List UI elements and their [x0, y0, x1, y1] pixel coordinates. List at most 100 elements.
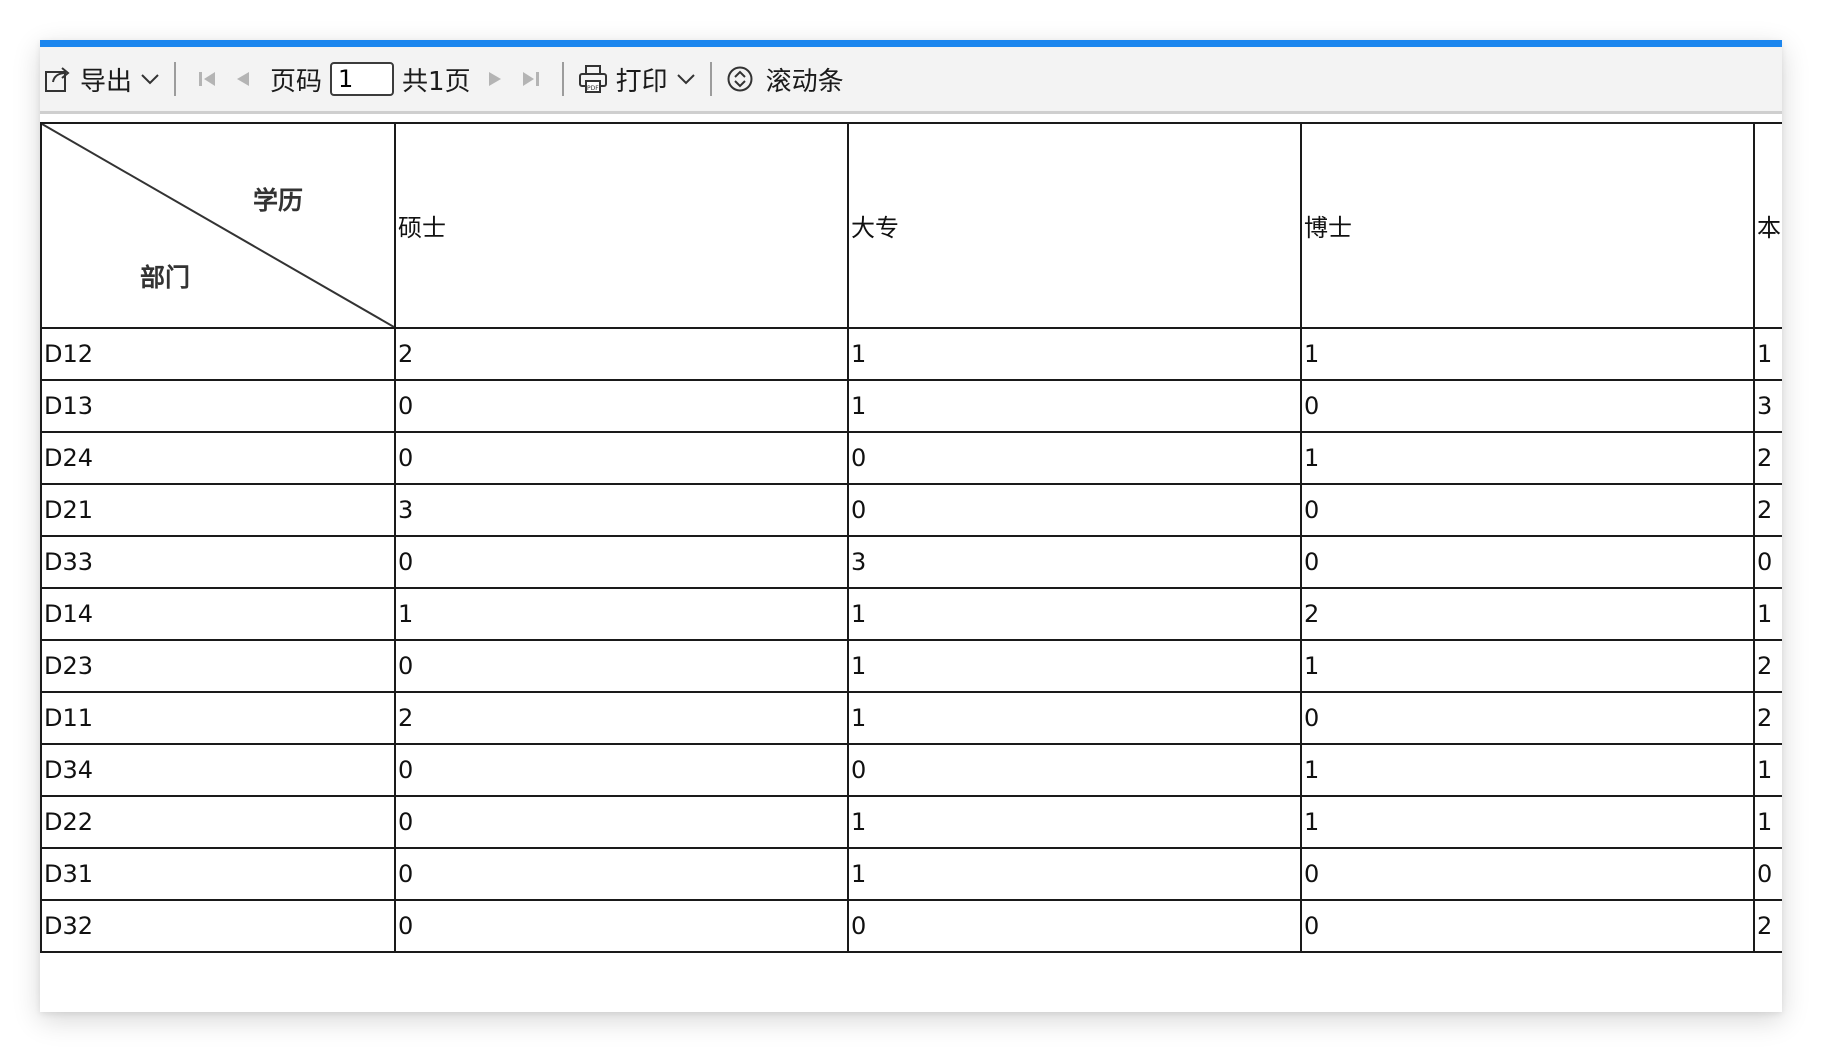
- table-row: D12 2 1 1 1: [40, 327, 1782, 381]
- department-cell: D21: [40, 483, 396, 537]
- value-cell: 0: [394, 639, 849, 693]
- column-header: 本: [1753, 122, 1782, 329]
- first-page-button[interactable]: [197, 69, 219, 89]
- value-cell: 0: [1300, 847, 1755, 901]
- table-row: D22 0 1 1 1: [40, 795, 1782, 849]
- table-row: D34 0 0 1 1: [40, 743, 1782, 797]
- page-label: 页码: [270, 66, 323, 97]
- value-cell: 1: [847, 691, 1302, 745]
- value-cell: 0: [394, 743, 849, 797]
- value-cell: 2: [1300, 587, 1755, 641]
- last-page-icon: [519, 69, 541, 89]
- value-cell: 0: [394, 899, 849, 953]
- value-cell: 1: [1300, 327, 1755, 381]
- value-cell: 2: [394, 327, 849, 381]
- next-page-button[interactable]: [485, 69, 505, 89]
- value-cell: 0: [394, 431, 849, 485]
- value-cell: 0: [1300, 379, 1755, 433]
- diagonal-line: [43, 125, 393, 326]
- corner-department-label: 部门: [140, 263, 191, 292]
- report-window: 导出 页码 共1页: [40, 40, 1782, 1012]
- toolbar-divider: [174, 62, 177, 96]
- table-row: D13 0 1 0 3: [40, 379, 1782, 433]
- column-header: 博士: [1300, 122, 1755, 329]
- chevron-down-icon: [676, 72, 696, 86]
- value-cell: 2: [1753, 899, 1782, 953]
- export-icon: [44, 65, 72, 93]
- value-cell: 1: [847, 639, 1302, 693]
- department-cell: D14: [40, 587, 396, 641]
- value-cell: 3: [847, 535, 1302, 589]
- pdf-print-icon: PDF: [578, 64, 608, 94]
- last-page-button[interactable]: [519, 69, 541, 89]
- value-cell: 0: [847, 483, 1302, 537]
- table-row: D31 0 1 0 0: [40, 847, 1782, 901]
- value-cell: 0: [1753, 847, 1782, 901]
- value-cell: 0: [1300, 899, 1755, 953]
- next-page-icon: [485, 69, 505, 89]
- value-cell: 1: [1753, 743, 1782, 797]
- value-cell: 1: [1300, 431, 1755, 485]
- table-row: D32 0 0 0 2: [40, 899, 1782, 953]
- department-cell: D34: [40, 743, 396, 797]
- value-cell: 0: [847, 899, 1302, 953]
- value-cell: 0: [1300, 535, 1755, 589]
- value-cell: 0: [394, 795, 849, 849]
- report-grid-area[interactable]: 学历 部门 硕士 大专 博士 本 D12 2 1 1 1 D13 0 1 0 3…: [40, 122, 1782, 1012]
- accent-bar: [40, 40, 1782, 47]
- value-cell: 1: [1300, 639, 1755, 693]
- prev-page-icon: [233, 69, 253, 89]
- value-cell: 2: [1753, 691, 1782, 745]
- column-header: 硕士: [394, 122, 849, 329]
- page-number-input[interactable]: [330, 62, 395, 96]
- svg-text:PDF: PDF: [587, 85, 599, 92]
- total-pages-label: 共1页: [402, 66, 471, 97]
- value-cell: 1: [1300, 743, 1755, 797]
- value-cell: 1: [1753, 587, 1782, 641]
- toolbar-divider: [709, 62, 712, 96]
- header-row: 学历 部门 硕士 大专 博士 本: [40, 122, 1782, 329]
- value-cell: 1: [1300, 795, 1755, 849]
- value-cell: 3: [394, 483, 849, 537]
- corner-education-label: 学历: [253, 186, 304, 215]
- value-cell: 1: [847, 379, 1302, 433]
- table-row: D33 0 3 0 0: [40, 535, 1782, 589]
- department-cell: D13: [40, 379, 396, 433]
- value-cell: 0: [847, 743, 1302, 797]
- report-table: 学历 部门 硕士 大专 博士 本 D12 2 1 1 1 D13 0 1 0 3…: [40, 122, 1782, 953]
- value-cell: 0: [847, 431, 1302, 485]
- first-page-icon: [197, 69, 219, 89]
- scrollbar-toggle-button[interactable]: 滚动条: [726, 61, 844, 98]
- value-cell: 0: [394, 535, 849, 589]
- chevron-down-icon: [140, 72, 160, 86]
- table-row: D14 1 1 2 1: [40, 587, 1782, 641]
- toolbar-divider: [561, 62, 564, 96]
- prev-page-button[interactable]: [233, 69, 253, 89]
- print-label: 打印: [615, 66, 668, 97]
- table-row: D21 3 0 0 2: [40, 483, 1782, 537]
- scrollbar-label: 滚动条: [765, 66, 844, 97]
- print-button[interactable]: PDF 打印: [578, 61, 696, 98]
- value-cell: 0: [1300, 691, 1755, 745]
- department-cell: D12: [40, 327, 396, 381]
- table-row: D24 0 0 1 2: [40, 431, 1782, 485]
- export-button[interactable]: 导出: [44, 61, 160, 98]
- value-cell: 1: [847, 795, 1302, 849]
- department-cell: D22: [40, 795, 396, 849]
- value-cell: 1: [847, 587, 1302, 641]
- value-cell: 0: [1753, 535, 1782, 589]
- scrollbar-icon: [726, 65, 754, 93]
- export-label: 导出: [80, 66, 133, 97]
- diagonal-header-cell: 学历 部门: [40, 122, 396, 329]
- value-cell: 0: [394, 847, 849, 901]
- report-toolbar: 导出 页码 共1页: [40, 47, 1782, 114]
- value-cell: 1: [1753, 327, 1782, 381]
- department-cell: D23: [40, 639, 396, 693]
- value-cell: 2: [1753, 431, 1782, 485]
- department-cell: D24: [40, 431, 396, 485]
- value-cell: 3: [1753, 379, 1782, 433]
- column-header: 大专: [847, 122, 1302, 329]
- table-row: D23 0 1 1 2: [40, 639, 1782, 693]
- value-cell: 2: [1753, 483, 1782, 537]
- value-cell: 0: [394, 379, 849, 433]
